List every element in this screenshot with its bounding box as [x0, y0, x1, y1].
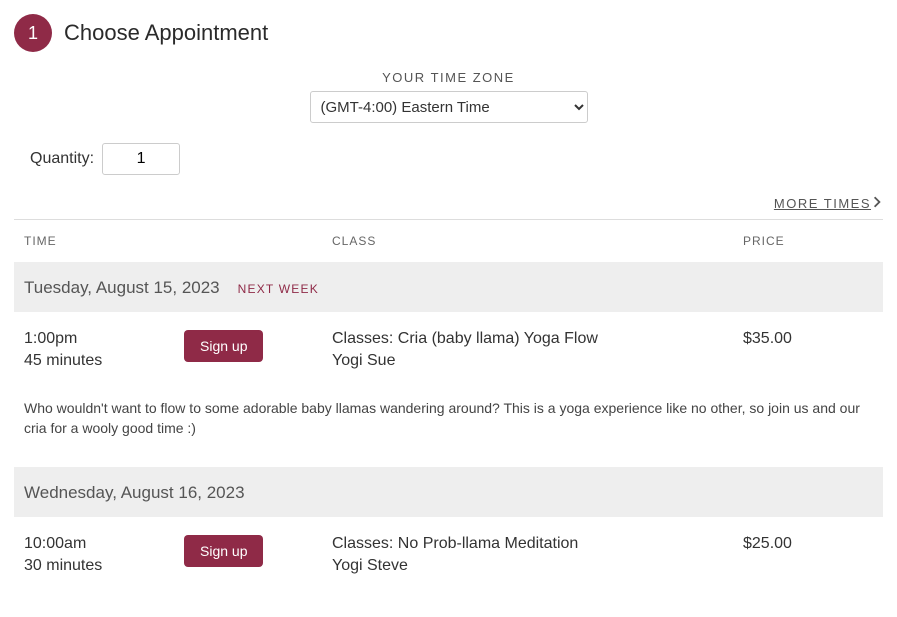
- col-time: TIME: [24, 234, 184, 248]
- next-week-badge: NEXT WEEK: [238, 282, 319, 296]
- event-instructor: Yogi Steve: [332, 557, 743, 575]
- step-header: 1 Choose Appointment: [14, 14, 883, 52]
- date-group-header: Tuesday, August 15, 2023 NEXT WEEK: [14, 262, 883, 312]
- signup-button[interactable]: Sign up: [184, 535, 263, 567]
- quantity-label: Quantity:: [30, 150, 94, 168]
- event-duration: 45 minutes: [24, 352, 184, 370]
- step-title: Choose Appointment: [64, 20, 268, 46]
- event-price: $35.00: [743, 330, 873, 348]
- event-duration: 30 minutes: [24, 557, 184, 575]
- date-group-header: Wednesday, August 16, 2023: [14, 467, 883, 517]
- quantity-input[interactable]: [102, 143, 180, 175]
- signup-button[interactable]: Sign up: [184, 330, 263, 362]
- event-class-name: Classes: No Prob-llama Meditation: [332, 535, 743, 553]
- event-price: $25.00: [743, 535, 873, 553]
- schedule-table: TIME CLASS PRICE Tuesday, August 15, 202…: [14, 219, 883, 575]
- event-time: 10:00am: [24, 535, 184, 553]
- more-times-label: MORE TIMES: [774, 196, 871, 211]
- table-row: 1:00pm 45 minutes Sign up Classes: Cria …: [14, 312, 883, 370]
- table-header: TIME CLASS PRICE: [14, 220, 883, 262]
- date-text: Wednesday, August 16, 2023: [24, 483, 245, 503]
- step-number-badge: 1: [14, 14, 52, 52]
- chevron-right-icon: [873, 196, 881, 211]
- col-price: PRICE: [743, 234, 873, 248]
- date-text: Tuesday, August 15, 2023: [24, 278, 220, 298]
- event-instructor: Yogi Sue: [332, 352, 743, 370]
- event-description: Who wouldn't want to flow to some adorab…: [14, 370, 883, 467]
- col-class: CLASS: [332, 234, 743, 248]
- table-row: 10:00am 30 minutes Sign up Classes: No P…: [14, 517, 883, 575]
- event-time: 1:00pm: [24, 330, 184, 348]
- timezone-label: YOUR TIME ZONE: [14, 70, 883, 85]
- timezone-select[interactable]: (GMT-4:00) Eastern Time: [310, 91, 588, 123]
- event-class-name: Classes: Cria (baby llama) Yoga Flow: [332, 330, 743, 348]
- more-times-link[interactable]: MORE TIMES: [774, 196, 881, 211]
